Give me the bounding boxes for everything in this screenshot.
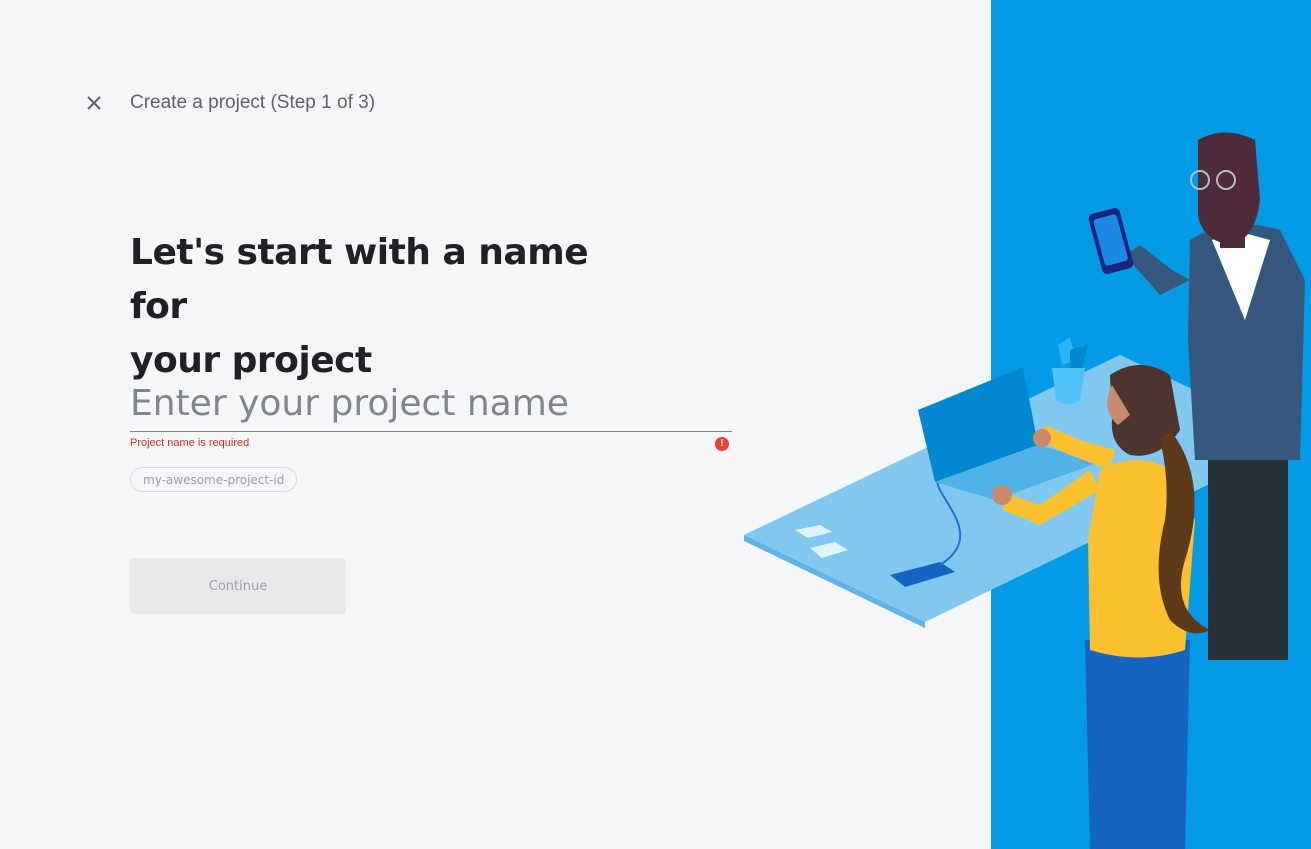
error-message: Project name is required — [130, 437, 250, 449]
heading-line-1: Let's start with a name for — [130, 232, 589, 327]
project-id-chip[interactable]: my-awesome-project-id — [130, 467, 298, 492]
illustration — [744, 0, 1311, 849]
project-name-input[interactable] — [130, 376, 732, 432]
main-heading: Let's start with a name for your project — [130, 226, 650, 388]
continue-button[interactable]: Continue — [130, 558, 346, 614]
page-title: Create a project (Step 1 of 3) — [130, 92, 376, 113]
close-button[interactable] — [84, 93, 104, 113]
create-project-page: Create a project (Step 1 of 3) Let's sta… — [0, 0, 1311, 849]
header: Create a project (Step 1 of 3) — [84, 88, 375, 118]
close-icon — [87, 96, 101, 110]
error-icon: ! — [715, 437, 729, 451]
